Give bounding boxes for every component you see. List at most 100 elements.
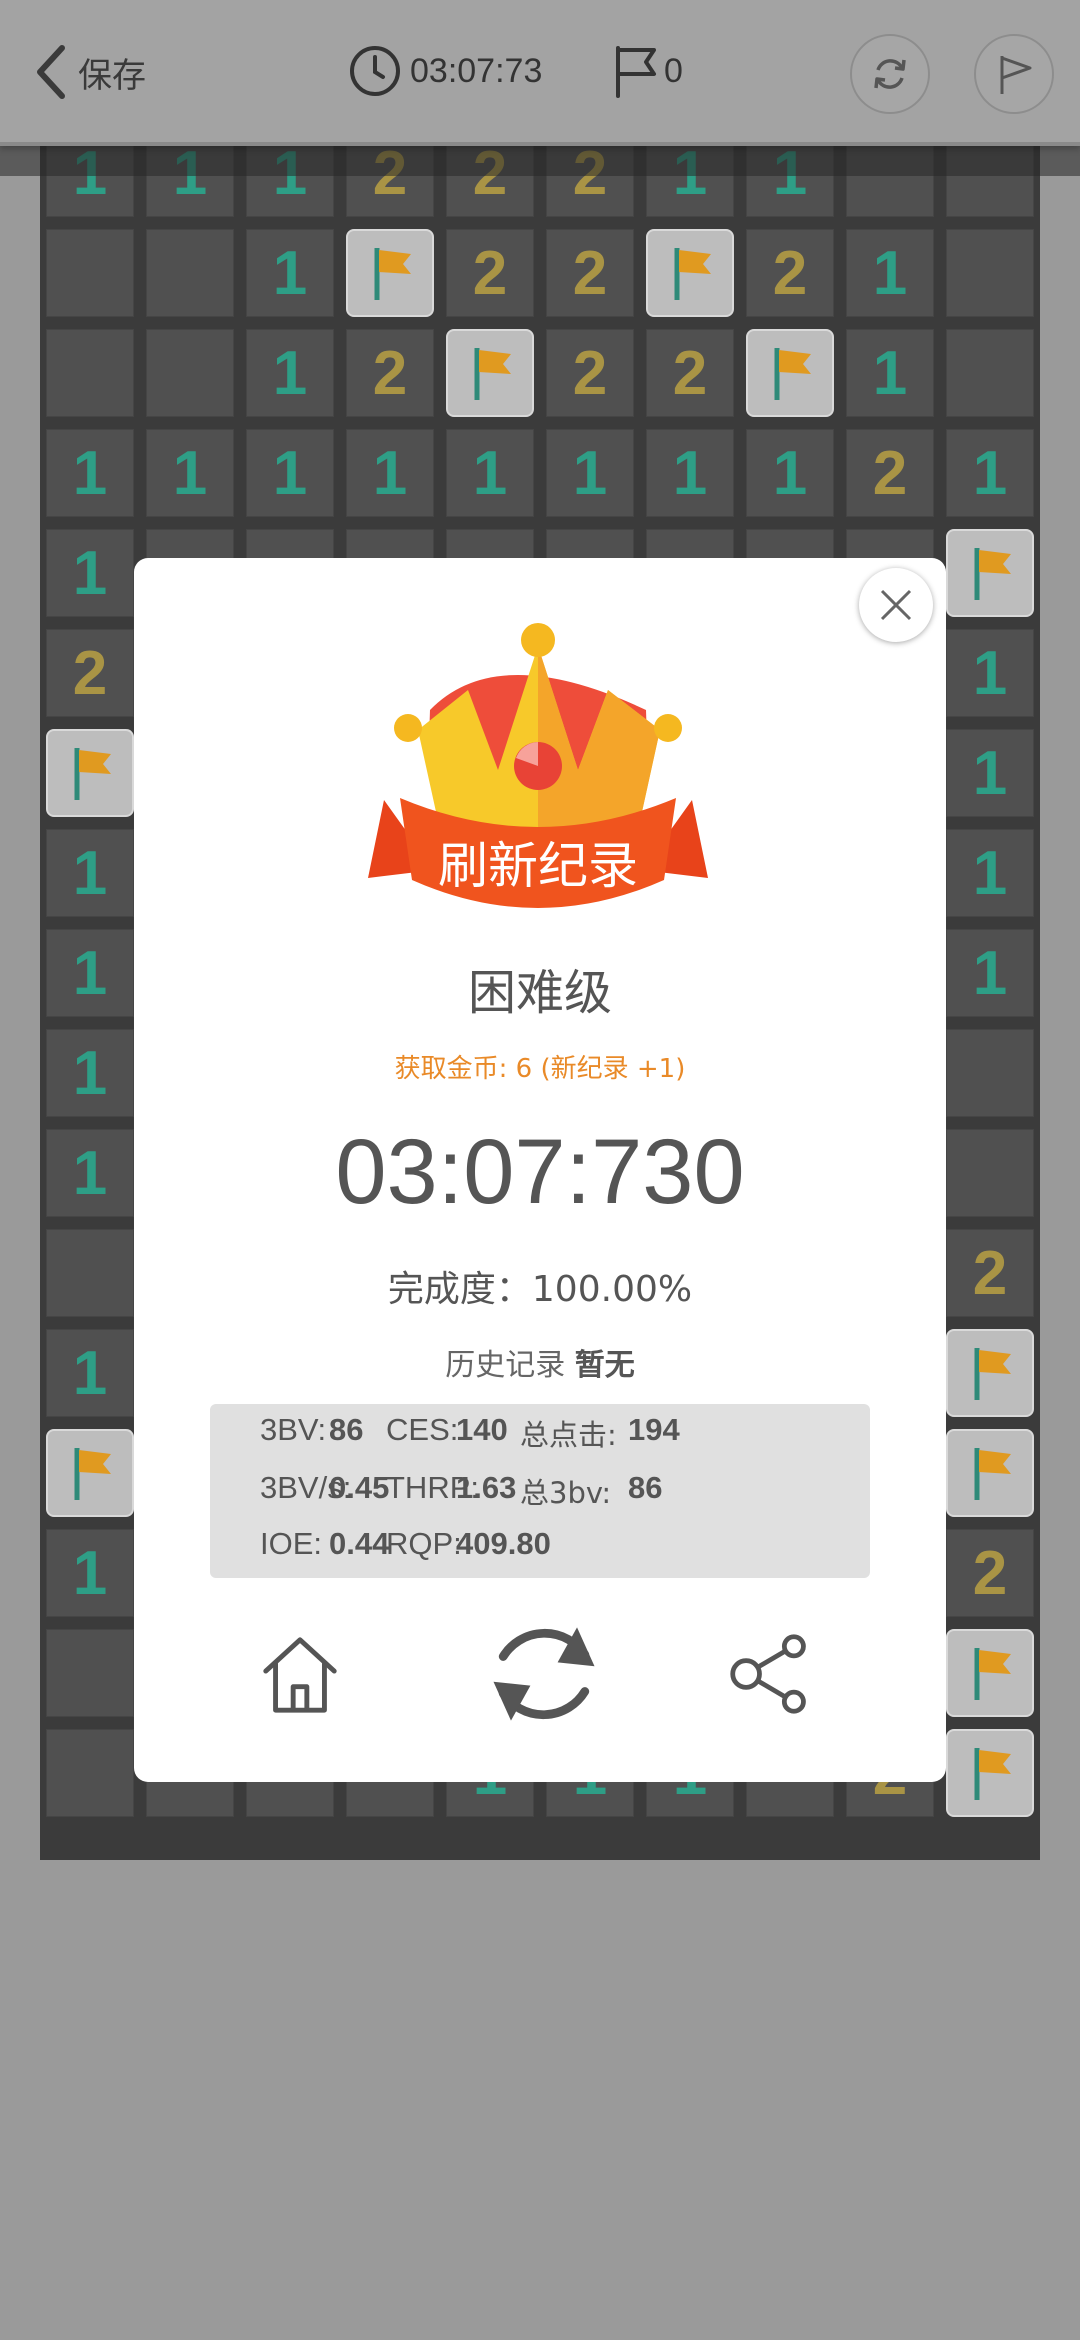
board-cell[interactable]: 1: [46, 1029, 134, 1117]
board-cell[interactable]: [46, 1229, 134, 1317]
flag-icon: [774, 348, 811, 400]
board-cell[interactable]: 1: [946, 429, 1034, 517]
stat-3bvs-value: 0.45: [329, 1470, 390, 1505]
board-cell[interactable]: 2: [546, 229, 634, 317]
flag-icon: [1000, 56, 1032, 94]
board-cell[interactable]: 1: [846, 329, 934, 417]
refresh-icon: [874, 59, 906, 89]
board-cell[interactable]: [946, 1629, 1034, 1717]
flag-icon: [474, 348, 511, 400]
board-cell[interactable]: [146, 329, 234, 417]
flag-icon: [974, 1748, 1011, 1800]
board-cell[interactable]: [946, 1029, 1034, 1117]
close-icon: [880, 589, 912, 621]
board-cell[interactable]: [346, 229, 434, 317]
history-record: 历史记录 暂无: [134, 1340, 946, 1384]
board-cell[interactable]: [46, 1729, 134, 1817]
flag-outline-icon: [616, 46, 656, 98]
stat-total3bv-label: 总3bv:: [520, 1476, 612, 1510]
board-cell[interactable]: 1: [446, 429, 534, 517]
board-cell[interactable]: [946, 229, 1034, 317]
close-button[interactable]: [859, 568, 933, 642]
stat-ioe-value: 0.44: [329, 1526, 390, 1561]
topbar-shadow: [0, 146, 1080, 176]
board-cell[interactable]: 1: [46, 829, 134, 917]
home-button[interactable]: [244, 1618, 356, 1730]
restart-button[interactable]: [850, 34, 930, 114]
board-cell[interactable]: [46, 1629, 134, 1717]
flag-icon: [974, 548, 1011, 600]
board-cell[interactable]: [946, 329, 1034, 417]
board-cell[interactable]: 1: [946, 729, 1034, 817]
board-cell[interactable]: 1: [46, 929, 134, 1017]
board-cell[interactable]: 2: [646, 329, 734, 417]
board-cell[interactable]: 2: [946, 1529, 1034, 1617]
stat-thrp-value: 1.63: [456, 1470, 517, 1505]
flag-mode-button[interactable]: [974, 34, 1054, 114]
board-cell[interactable]: 1: [946, 629, 1034, 717]
board-cell[interactable]: [946, 1429, 1034, 1517]
board-cell[interactable]: 1: [46, 429, 134, 517]
board-cell[interactable]: 1: [46, 1129, 134, 1217]
stat-ioe-label: IOE:: [260, 1526, 323, 1561]
flag-icon: [74, 748, 111, 800]
board-cell[interactable]: [446, 329, 534, 417]
board-cell[interactable]: [946, 529, 1034, 617]
board-cell[interactable]: [746, 329, 834, 417]
stats-panel: 3BV: 86 CES: 140 总点击: 194 3BV/s: 0.45 TH…: [210, 1404, 870, 1578]
board-cell[interactable]: [46, 729, 134, 817]
game-timer: 03:07:73: [348, 44, 542, 98]
board-cell[interactable]: 1: [546, 429, 634, 517]
back-button[interactable]: 保存: [30, 40, 146, 104]
stat-clicks-label: 总点击:: [520, 1418, 617, 1452]
board-cell[interactable]: [46, 329, 134, 417]
board-cell[interactable]: [46, 229, 134, 317]
board-cell[interactable]: 2: [846, 429, 934, 517]
board-cell[interactable]: 2: [946, 1229, 1034, 1317]
stat-3bv-label: 3BV:: [260, 1412, 327, 1447]
stat-rqp-value: 409.80: [456, 1526, 551, 1561]
history-value: 暂无: [574, 1348, 635, 1383]
flag-icon: [74, 1448, 111, 1500]
flag-icon: [674, 248, 711, 300]
board-cell[interactable]: 1: [246, 429, 334, 517]
share-button[interactable]: [720, 1624, 820, 1724]
play-again-button[interactable]: [474, 1604, 614, 1744]
stat-ces-value: 140: [456, 1412, 508, 1447]
flag-icon: [374, 248, 411, 300]
board-cell[interactable]: 2: [346, 329, 434, 417]
home-icon: [263, 1637, 337, 1713]
board-cell[interactable]: 1: [846, 229, 934, 317]
stat-ces-label: CES:: [386, 1412, 459, 1447]
board-cell[interactable]: 1: [946, 829, 1034, 917]
board-cell[interactable]: 1: [646, 429, 734, 517]
board-cell[interactable]: 1: [46, 529, 134, 617]
board-cell[interactable]: 2: [746, 229, 834, 317]
board-cell[interactable]: 2: [546, 329, 634, 417]
board-cell[interactable]: 1: [746, 429, 834, 517]
board-cell[interactable]: 1: [246, 229, 334, 317]
board-cell[interactable]: 1: [46, 1529, 134, 1617]
difficulty-level: 困难级: [467, 965, 612, 1021]
new-record-banner: 刷新纪录: [438, 837, 638, 895]
top-bar: 保存 03:07:73 0: [0, 0, 1080, 146]
board-cell[interactable]: [946, 1729, 1034, 1817]
board-cell[interactable]: 1: [946, 929, 1034, 1017]
back-label: 保存: [78, 56, 146, 95]
flag-icon: [974, 1448, 1011, 1500]
board-cell[interactable]: 1: [46, 1329, 134, 1417]
flag-icon: [974, 1348, 1011, 1400]
board-cell[interactable]: [646, 229, 734, 317]
board-cell[interactable]: 1: [246, 329, 334, 417]
board-cell[interactable]: [46, 1429, 134, 1517]
board-cell[interactable]: [946, 1129, 1034, 1217]
refresh-icon: [493, 1627, 595, 1721]
board-cell[interactable]: [946, 1329, 1034, 1417]
board-cell[interactable]: 1: [346, 429, 434, 517]
coins-earned: 获取金币: 6 (新纪录 +1): [394, 1054, 686, 1084]
board-cell[interactable]: 2: [46, 629, 134, 717]
board-cell[interactable]: [146, 229, 234, 317]
board-cell[interactable]: 2: [446, 229, 534, 317]
board-cell[interactable]: 1: [146, 429, 234, 517]
stat-3bv-value: 86: [329, 1412, 364, 1447]
